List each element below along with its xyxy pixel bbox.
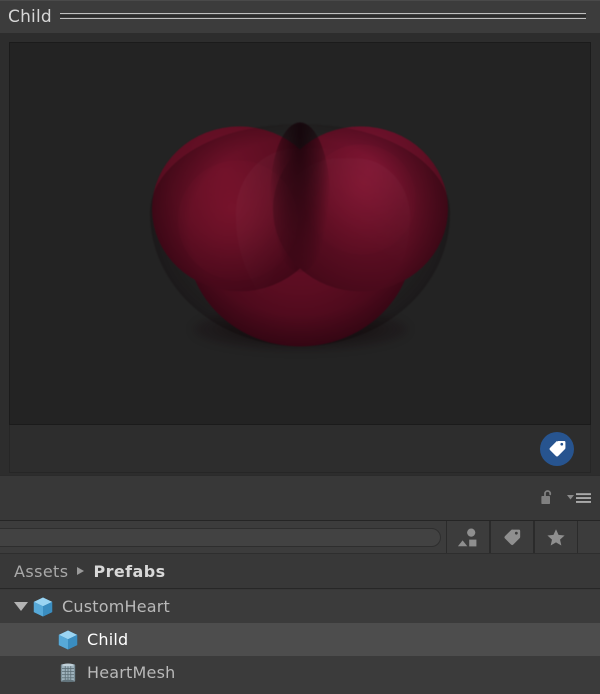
lock-open-icon	[541, 490, 552, 504]
breadcrumb-item-assets[interactable]: Assets	[14, 562, 68, 581]
tag-icon	[504, 529, 520, 545]
breadcrumb-item-prefabs[interactable]: Prefabs	[93, 562, 165, 581]
page-title: Child	[8, 7, 52, 27]
filter-button-group	[446, 520, 578, 554]
panel-options-strip	[0, 475, 600, 520]
search-input[interactable]	[7, 530, 430, 544]
options-menu-button[interactable]	[566, 491, 592, 505]
prefab-cube-icon	[58, 629, 78, 650]
tag-badge-button[interactable]	[540, 431, 574, 466]
tree-label-child: Child	[87, 630, 129, 649]
tag-icon	[549, 441, 565, 457]
preview-viewport[interactable]	[9, 42, 591, 425]
tree-label-customheart: CustomHeart	[62, 597, 171, 616]
star-icon	[547, 528, 565, 546]
label-filter-button[interactable]	[490, 520, 534, 554]
window-title-bar: Child	[0, 0, 600, 33]
chevron-right-icon	[77, 567, 85, 575]
mesh-icon	[60, 663, 76, 682]
search-toolbar	[0, 520, 600, 554]
preview-toolbar	[9, 425, 591, 473]
search-field[interactable]	[0, 527, 441, 547]
preview-panel	[0, 33, 600, 475]
breadcrumb: Assets Prefabs	[0, 553, 600, 589]
tree-row-heartmesh[interactable]: HeartMesh	[0, 656, 600, 689]
tree-label-heartmesh: HeartMesh	[87, 663, 176, 682]
shapes-icon	[457, 528, 477, 547]
expand-triangle-icon[interactable]	[10, 602, 32, 611]
tree-row-customheart[interactable]: CustomHeart	[0, 590, 600, 623]
favorite-filter-button[interactable]	[534, 520, 578, 554]
tree-row-child[interactable]: Child	[0, 623, 600, 656]
heart-mesh-render	[150, 114, 450, 350]
lock-toggle-button[interactable]	[540, 489, 556, 507]
prefab-filter-button[interactable]	[446, 520, 490, 554]
prefab-cube-icon	[33, 596, 53, 617]
unity-prefab-preview-window: Child Assets Prefabs CustomHeart Child H…	[0, 0, 600, 694]
title-rule-lines	[59, 12, 587, 22]
asset-tree: CustomHeart Child HeartMesh	[0, 590, 600, 694]
options-menu-icon	[567, 493, 591, 503]
